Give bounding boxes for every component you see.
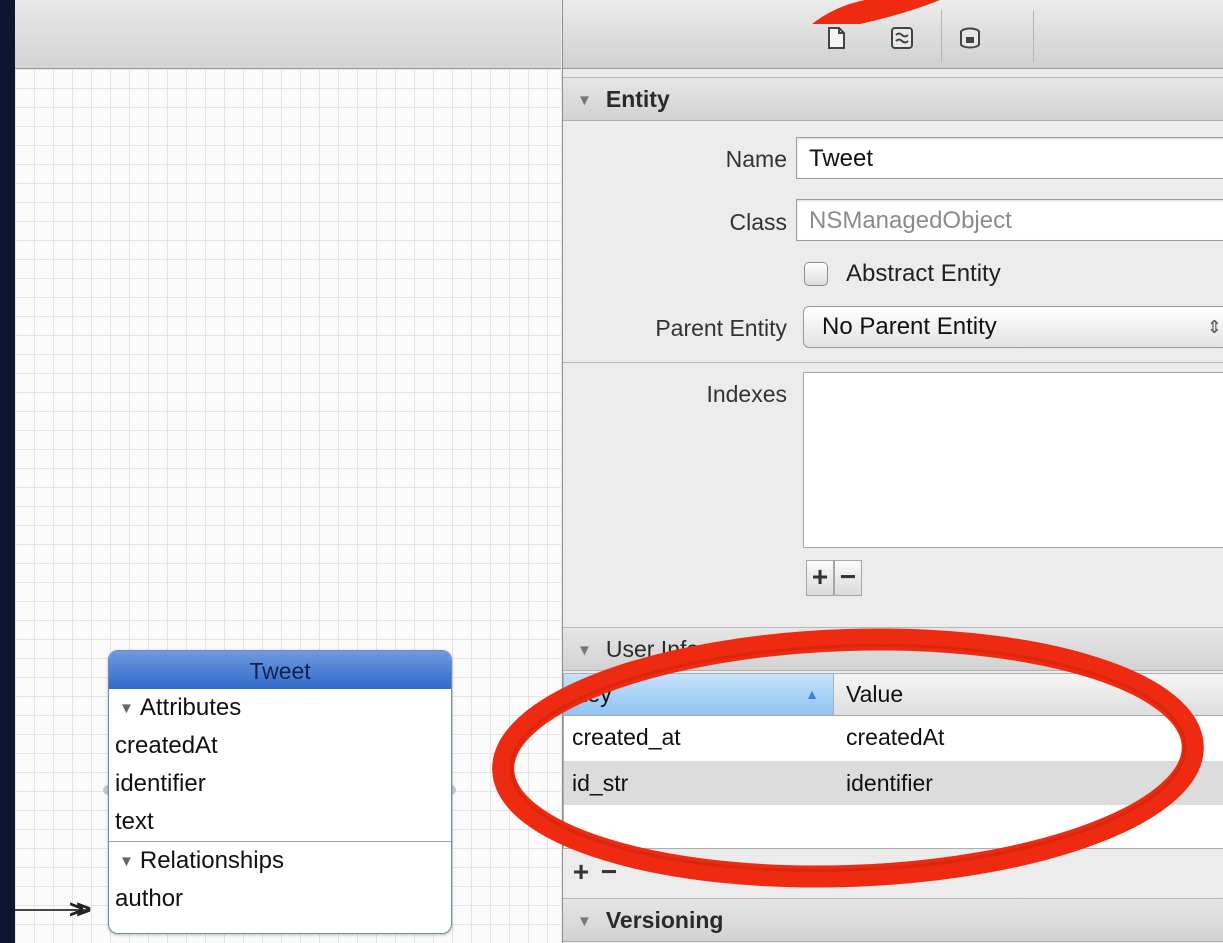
entity-title[interactable]: Tweet bbox=[109, 651, 451, 689]
abstract-entity-checkbox[interactable] bbox=[804, 262, 828, 286]
xcode-data-model-editor: >> Tweet ▼ Attributes createdAt identifie… bbox=[15, 0, 1223, 943]
inspector-toolbar bbox=[563, 0, 1223, 69]
diagram-canvas-pane: >> Tweet ▼ Attributes createdAt identifie… bbox=[15, 0, 561, 943]
add-key-button[interactable]: + bbox=[567, 856, 595, 892]
toolbar-divider bbox=[941, 10, 942, 62]
value-cell[interactable]: createdAt bbox=[846, 715, 944, 759]
table-header-row: Key ▲ Value bbox=[564, 674, 1223, 716]
indexes-label: Indexes bbox=[706, 381, 787, 407]
parent-entity-value: No Parent Entity bbox=[822, 313, 997, 340]
disclosure-triangle-icon[interactable]: ▼ bbox=[577, 92, 592, 109]
abstract-entity-label[interactable]: Abstract Entity bbox=[846, 260, 1001, 288]
table-row[interactable]: id_str identifier bbox=[564, 761, 1223, 805]
entity-section-title: Entity bbox=[605, 86, 670, 112]
section-divider bbox=[563, 362, 1223, 363]
add-index-button[interactable]: + bbox=[806, 560, 834, 596]
key-cell[interactable]: created_at bbox=[572, 715, 681, 759]
toolbar-divider bbox=[1033, 10, 1034, 62]
entity-box-tweet[interactable]: Tweet ▼ Attributes createdAt identifier t… bbox=[108, 650, 452, 934]
remove-index-button[interactable]: − bbox=[834, 560, 862, 596]
attribute-row[interactable]: text bbox=[109, 803, 451, 841]
sort-ascending-icon: ▲ bbox=[805, 686, 819, 702]
popup-arrows-icon: ⇕ bbox=[1206, 317, 1222, 337]
user-info-section-title: User Info bbox=[605, 636, 700, 662]
attributes-section-header[interactable]: ▼ Attributes bbox=[109, 689, 451, 727]
to-many-arrow-icon: >> bbox=[69, 894, 92, 924]
class-field[interactable]: NSManagedObject bbox=[796, 199, 1223, 241]
relationships-label: Relationships bbox=[139, 847, 284, 874]
table-row[interactable]: created_at createdAt bbox=[564, 715, 1223, 759]
disclosure-triangle-icon[interactable]: ▼ bbox=[577, 642, 592, 659]
versioning-section-header[interactable]: ▼ Versioning bbox=[563, 898, 1223, 942]
key-column-header[interactable]: Key ▲ bbox=[564, 674, 834, 715]
entity-section-header[interactable]: ▼ Entity bbox=[563, 77, 1223, 121]
user-info-section-header[interactable]: ▼ User Info bbox=[563, 627, 1223, 671]
key-cell[interactable]: id_str bbox=[572, 761, 628, 805]
key-column-label: Key bbox=[572, 681, 612, 707]
parent-entity-label: Parent Entity bbox=[655, 315, 787, 341]
attribute-row[interactable]: identifier bbox=[109, 765, 451, 803]
user-info-table[interactable]: Key ▲ Value created_at createdAt id_str … bbox=[563, 673, 1223, 849]
data-model-inspector-icon[interactable] bbox=[825, 26, 847, 49]
name-label: Name bbox=[725, 146, 787, 172]
versioning-section-title: Versioning bbox=[605, 907, 724, 933]
class-label: Class bbox=[729, 209, 787, 235]
canvas-header-bar bbox=[15, 0, 561, 69]
disclosure-triangle-icon[interactable]: ▼ bbox=[119, 700, 134, 717]
quick-help-icon[interactable] bbox=[890, 26, 913, 49]
parent-entity-popup[interactable]: No Parent Entity ⇕ bbox=[803, 306, 1223, 348]
remove-key-button[interactable]: − bbox=[595, 856, 623, 892]
name-field[interactable]: Tweet bbox=[796, 137, 1223, 179]
data-store-icon[interactable] bbox=[958, 26, 980, 49]
value-cell[interactable]: identifier bbox=[846, 761, 933, 805]
disclosure-triangle-icon[interactable]: ▼ bbox=[577, 913, 592, 930]
value-column-header[interactable]: Value bbox=[834, 674, 903, 715]
attribute-row[interactable]: createdAt bbox=[109, 727, 451, 765]
relationships-section-header[interactable]: ▼ Relationships bbox=[109, 842, 451, 880]
relationship-row[interactable]: author bbox=[109, 880, 451, 918]
attributes-label: Attributes bbox=[139, 694, 242, 721]
indexes-list[interactable] bbox=[803, 372, 1223, 548]
inspector-pane: ▼ Entity Name Tweet Class NSManagedObject… bbox=[562, 0, 1223, 943]
disclosure-triangle-icon[interactable]: ▼ bbox=[119, 853, 134, 870]
